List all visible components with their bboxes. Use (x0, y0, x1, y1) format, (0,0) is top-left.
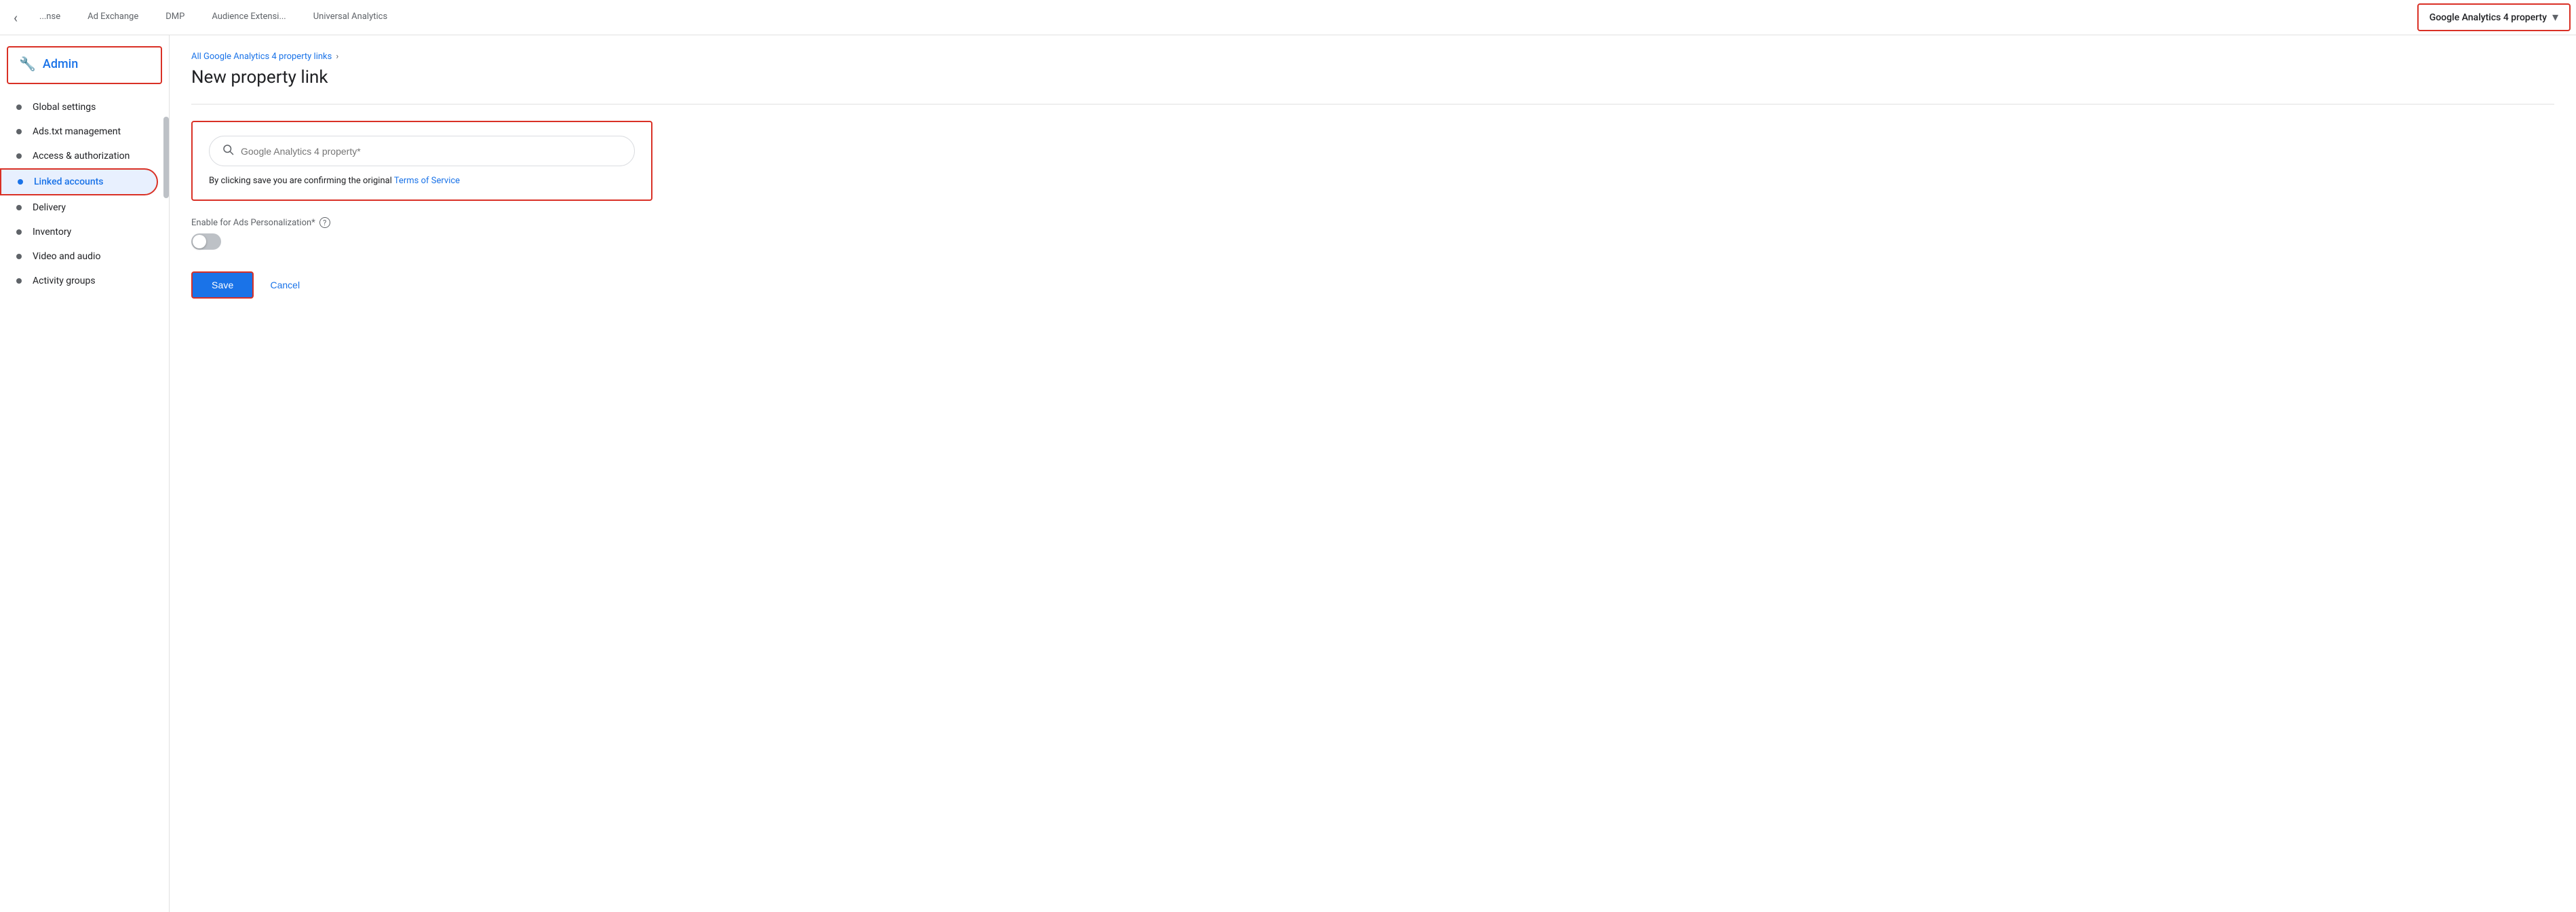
sidebar-item-inventory[interactable]: Inventory (0, 220, 158, 244)
cancel-button[interactable]: Cancel (265, 273, 305, 297)
sidebar-item-label: Access & authorization (33, 151, 130, 162)
sidebar-item-video-audio[interactable]: Video and audio (0, 244, 158, 269)
sidebar-item-activity-groups[interactable]: Activity groups (0, 269, 158, 293)
admin-label: Admin (43, 57, 78, 71)
sidebar-item-label: Activity groups (33, 276, 96, 286)
sidebar-item-access-auth[interactable]: Access & authorization (0, 144, 158, 168)
tab-audience-extension[interactable]: Audience Extensi... (198, 1, 299, 35)
help-icon[interactable]: ? (319, 217, 330, 228)
admin-header[interactable]: 🔧 Admin (7, 46, 162, 84)
scrollbar-thumb[interactable] (163, 117, 169, 198)
nav-tabs: ...nse Ad Exchange DMP Audience Extensi.… (26, 1, 2417, 35)
sidebar-item-label: Global settings (33, 102, 96, 113)
search-input[interactable] (241, 146, 622, 157)
nav-back-button[interactable]: ‹ (5, 4, 26, 31)
search-section: By clicking save you are confirming the … (191, 121, 652, 201)
tos-link[interactable]: Terms of Service (394, 176, 460, 186)
dot-icon (18, 179, 23, 185)
back-icon: ‹ (14, 10, 18, 26)
page-title: New property link (191, 67, 2554, 88)
dot-icon (16, 254, 22, 259)
ga4-property-dropdown[interactable]: Google Analytics 4 property ▾ (2417, 3, 2571, 31)
search-icon (222, 143, 234, 159)
dot-icon (16, 129, 22, 134)
toggle-section: Enable for Ads Personalization* ? (191, 217, 2554, 250)
toggle-knob (193, 235, 206, 248)
dot-icon (16, 229, 22, 235)
save-button[interactable]: Save (191, 271, 254, 299)
wrench-icon: 🔧 (19, 56, 36, 72)
dot-icon (16, 278, 22, 284)
sidebar-item-linked-accounts[interactable]: Linked accounts (0, 168, 158, 195)
sidebar-item-label: Video and audio (33, 251, 100, 262)
main-content: All Google Analytics 4 property links › … (170, 35, 2576, 912)
search-input-wrapper (209, 136, 635, 166)
main-layout: 🔧 Admin Global settings Ads.txt manageme… (0, 35, 2576, 912)
sidebar-item-ads-txt[interactable]: Ads.txt management (0, 119, 158, 144)
sidebar: 🔧 Admin Global settings Ads.txt manageme… (0, 35, 170, 912)
tab-universal-analytics[interactable]: Universal Analytics (300, 1, 401, 35)
top-nav: ‹ ...nse Ad Exchange DMP Audience Extens… (0, 0, 2576, 35)
action-buttons: Save Cancel (191, 271, 2554, 299)
sidebar-item-delivery[interactable]: Delivery (0, 195, 158, 220)
scrollbar-track (163, 35, 169, 912)
breadcrumb-link[interactable]: All Google Analytics 4 property links (191, 52, 332, 62)
breadcrumb-separator: › (336, 52, 338, 62)
sidebar-item-label: Delivery (33, 202, 66, 213)
sidebar-item-label: Inventory (33, 227, 71, 238)
breadcrumb: All Google Analytics 4 property links › (191, 52, 2554, 62)
sidebar-item-global-settings[interactable]: Global settings (0, 95, 158, 119)
tab-dmp[interactable]: DMP (152, 1, 198, 35)
ads-personalization-toggle[interactable] (191, 233, 221, 250)
toggle-label: Enable for Ads Personalization* ? (191, 217, 2554, 228)
sidebar-item-label: Ads.txt management (33, 126, 121, 137)
chevron-down-icon: ▾ (2552, 10, 2558, 24)
dot-icon (16, 104, 22, 110)
sidebar-item-label: Linked accounts (34, 176, 104, 187)
dot-icon (16, 205, 22, 210)
dot-icon (16, 153, 22, 159)
ga4-dropdown-label: Google Analytics 4 property (2429, 12, 2547, 23)
tab-ad-exchange[interactable]: Ad Exchange (74, 1, 152, 35)
tos-text: By clicking save you are confirming the … (209, 176, 635, 186)
tab-nse[interactable]: ...nse (26, 1, 74, 35)
